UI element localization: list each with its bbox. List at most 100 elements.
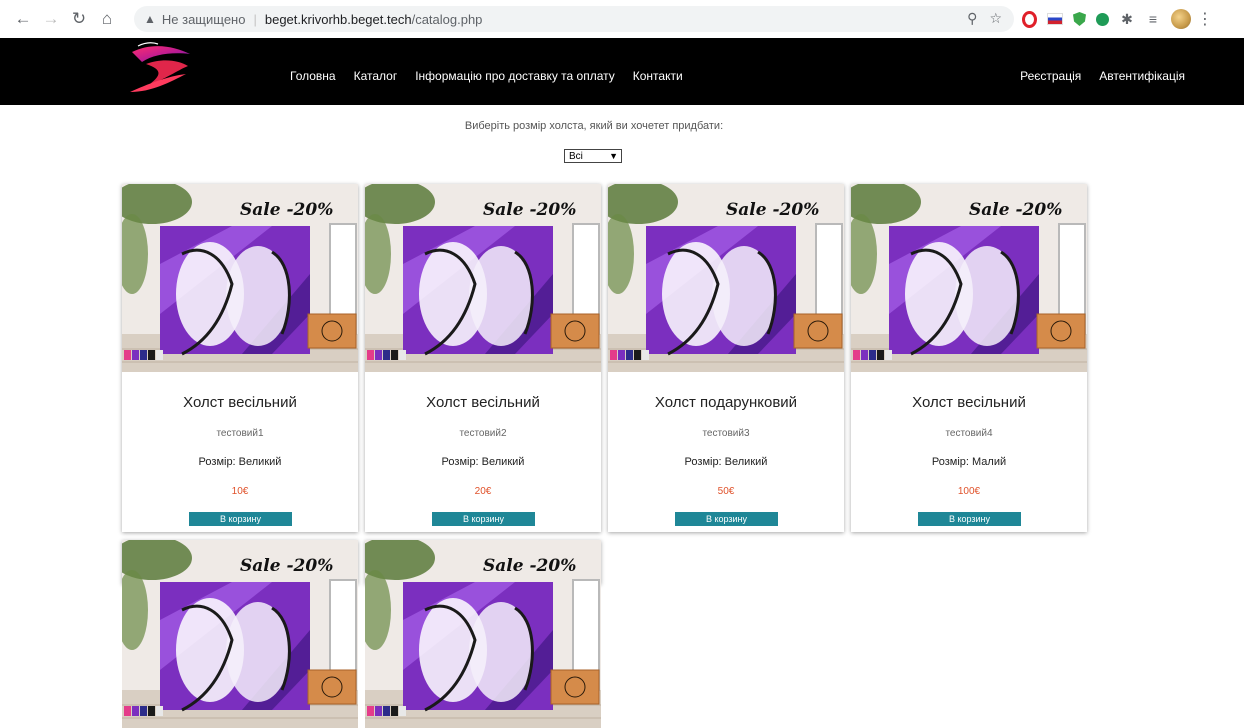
- sale-label: Sale -20%: [969, 200, 1063, 220]
- menu-icon[interactable]: ⋮: [1197, 11, 1213, 28]
- paint-pot: [140, 350, 147, 360]
- media-icon[interactable]: ≡: [1145, 11, 1161, 27]
- add-to-cart-button[interactable]: В корзину: [432, 512, 535, 526]
- url-path: /catalog.php: [411, 11, 483, 27]
- product-description: тестовий2: [459, 428, 507, 439]
- product-title: Холст весільний: [912, 394, 1026, 411]
- address-bar[interactable]: ▲ Не защищено | beget.krivorhb.beget.tec…: [134, 6, 1014, 32]
- paint-pot: [124, 706, 131, 716]
- nav-contacts-link[interactable]: Контакти: [633, 69, 683, 83]
- paint-pot: [610, 350, 617, 360]
- product-price: 100€: [957, 486, 981, 497]
- paint-pot: [618, 350, 625, 360]
- size-filter-select[interactable]: Всі ▼: [564, 149, 622, 163]
- zoom-icon[interactable]: ⚲: [967, 10, 977, 27]
- avatar-icon[interactable]: [1171, 9, 1191, 29]
- paint-pot: [367, 706, 374, 716]
- paint-pot: [375, 350, 382, 360]
- paint-pot: [626, 350, 633, 360]
- register-link[interactable]: Реєстрація: [1020, 69, 1081, 83]
- product-image[interactable]: Sale -20%: [122, 184, 358, 372]
- sale-label: Sale -20%: [240, 200, 334, 220]
- product-card: Sale -20%: [122, 540, 358, 728]
- paint-pot: [885, 350, 892, 360]
- account-nav: Реєстрація Автентифікація: [1020, 69, 1185, 83]
- add-to-cart-button[interactable]: В корзину: [189, 512, 292, 526]
- insecure-label: Не защищено: [161, 11, 246, 27]
- product-image[interactable]: Sale -20%: [608, 184, 844, 372]
- product-size: Розмір: Великий: [684, 456, 768, 468]
- paint-pot: [383, 706, 390, 716]
- paint-pot: [391, 706, 398, 716]
- product-image[interactable]: Sale -20%: [365, 184, 601, 372]
- extensions-bar: ✱ ≡ ⋮: [1022, 8, 1213, 30]
- product-size: Розмір: Малий: [931, 456, 1007, 468]
- paint-pot: [634, 350, 641, 360]
- paint-pot: [399, 706, 406, 716]
- login-link[interactable]: Автентифікація: [1099, 69, 1185, 83]
- paint-pot: [148, 706, 155, 716]
- address-url: beget.krivorhb.beget.tech/catalog.php: [265, 12, 483, 27]
- size-filter-value: Всі: [569, 150, 583, 162]
- reload-icon[interactable]: ↻: [68, 8, 90, 30]
- product-price: 20€: [474, 486, 492, 497]
- product-title: Холст весільний: [426, 394, 540, 411]
- paint-pot: [132, 350, 139, 360]
- sale-label: Sale -20%: [726, 200, 820, 220]
- product-size: Розмір: Великий: [198, 456, 282, 468]
- chevron-down-icon: ▼: [609, 151, 618, 161]
- product-card: Sale -20% Холст весільний тестовий1 Розм…: [122, 184, 358, 532]
- product-description: тестовий3: [702, 428, 750, 439]
- forward-icon[interactable]: →: [40, 8, 62, 30]
- gift-box: [307, 313, 357, 349]
- product-price: 10€: [231, 486, 249, 497]
- logo-icon[interactable]: [124, 40, 194, 98]
- gift-box: [1036, 313, 1086, 349]
- sale-label: Sale -20%: [483, 556, 577, 576]
- product-title: Холст весільний: [183, 394, 297, 411]
- nav-catalog-link[interactable]: Каталог: [354, 69, 398, 83]
- shield-icon[interactable]: [1096, 12, 1109, 26]
- opera-icon[interactable]: [1022, 10, 1037, 28]
- paint-pot: [156, 350, 163, 360]
- main-nav: Головна Каталог Інформацію про доставку …: [290, 69, 683, 83]
- gift-box: [550, 669, 600, 705]
- product-price: 50€: [717, 486, 735, 497]
- warning-icon[interactable]: ▲: [144, 12, 156, 26]
- star-icon[interactable]: ☆: [989, 10, 1002, 27]
- size-filter-label: Виберіть розмір холста, який ви хочетет …: [464, 120, 724, 132]
- nav-delivery-link[interactable]: Інформацію про доставку та оплату: [415, 69, 615, 83]
- nav-home-link[interactable]: Головна: [290, 69, 336, 83]
- back-icon[interactable]: ←: [12, 8, 34, 30]
- paint-pot: [877, 350, 884, 360]
- paint-pot: [642, 350, 649, 360]
- product-description: тестовий1: [216, 428, 264, 439]
- address-actions: ⚲ ☆: [967, 10, 1002, 27]
- add-to-cart-button[interactable]: В корзину: [918, 512, 1021, 526]
- paint-pot: [375, 706, 382, 716]
- paint-pot: [140, 706, 147, 716]
- browser-toolbar: ← → ↻ ⌂ ▲ Не защищено | beget.krivorhb.b…: [0, 0, 1244, 39]
- paint-pot: [367, 350, 374, 360]
- product-image[interactable]: Sale -20%: [122, 540, 358, 728]
- paint-pot: [148, 350, 155, 360]
- paint-pot: [383, 350, 390, 360]
- product-size: Розмір: Великий: [441, 456, 525, 468]
- address-separator: |: [253, 11, 257, 27]
- paint-pot: [156, 706, 163, 716]
- home-icon[interactable]: ⌂: [96, 8, 118, 30]
- paint-pot: [853, 350, 860, 360]
- shield-icon[interactable]: [1073, 12, 1086, 26]
- product-image[interactable]: Sale -20%: [851, 184, 1087, 372]
- product-image[interactable]: Sale -20%: [365, 540, 601, 728]
- paint-pot: [391, 350, 398, 360]
- gift-box: [793, 313, 843, 349]
- product-card: Sale -20%: [365, 540, 601, 728]
- add-to-cart-button[interactable]: В корзину: [675, 512, 778, 526]
- paint-pot: [399, 350, 406, 360]
- product-card: Sale -20% Холст весільний тестовий2 Розм…: [365, 184, 601, 532]
- sale-label: Sale -20%: [483, 200, 577, 220]
- puzzle-icon[interactable]: ✱: [1119, 11, 1135, 27]
- flag-icon[interactable]: [1047, 13, 1063, 25]
- product-card: Sale -20% Холст подарунковий тестовий3 Р…: [608, 184, 844, 532]
